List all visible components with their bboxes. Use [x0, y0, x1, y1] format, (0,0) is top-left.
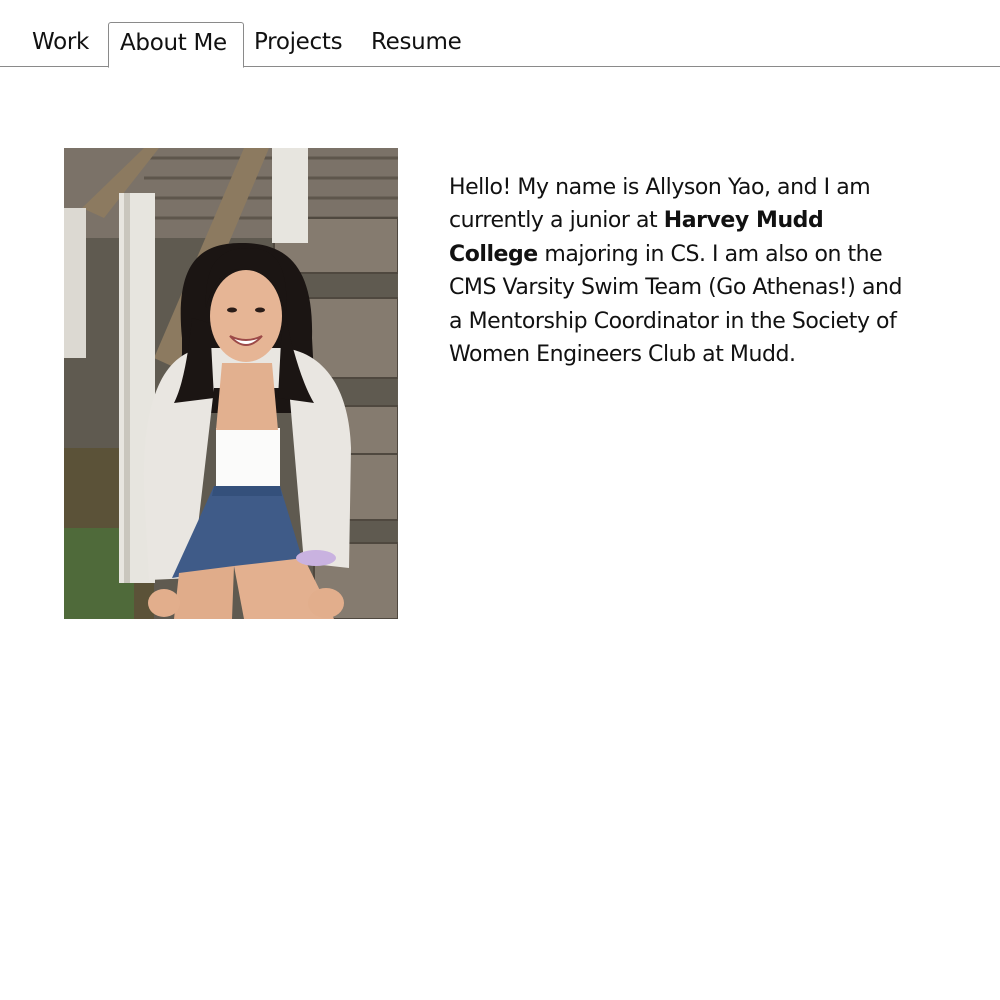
- tab-work[interactable]: Work: [20, 22, 101, 66]
- tab-about-me[interactable]: About Me: [108, 22, 244, 68]
- tab-projects[interactable]: Projects: [242, 22, 354, 66]
- bio-paragraph: Hello! My name is Allyson Yao, and I am …: [449, 171, 919, 371]
- tab-resume[interactable]: Resume: [359, 22, 473, 66]
- portrait-photo: [64, 148, 398, 619]
- tab-bar: Work About Me Projects Resume: [0, 0, 1000, 68]
